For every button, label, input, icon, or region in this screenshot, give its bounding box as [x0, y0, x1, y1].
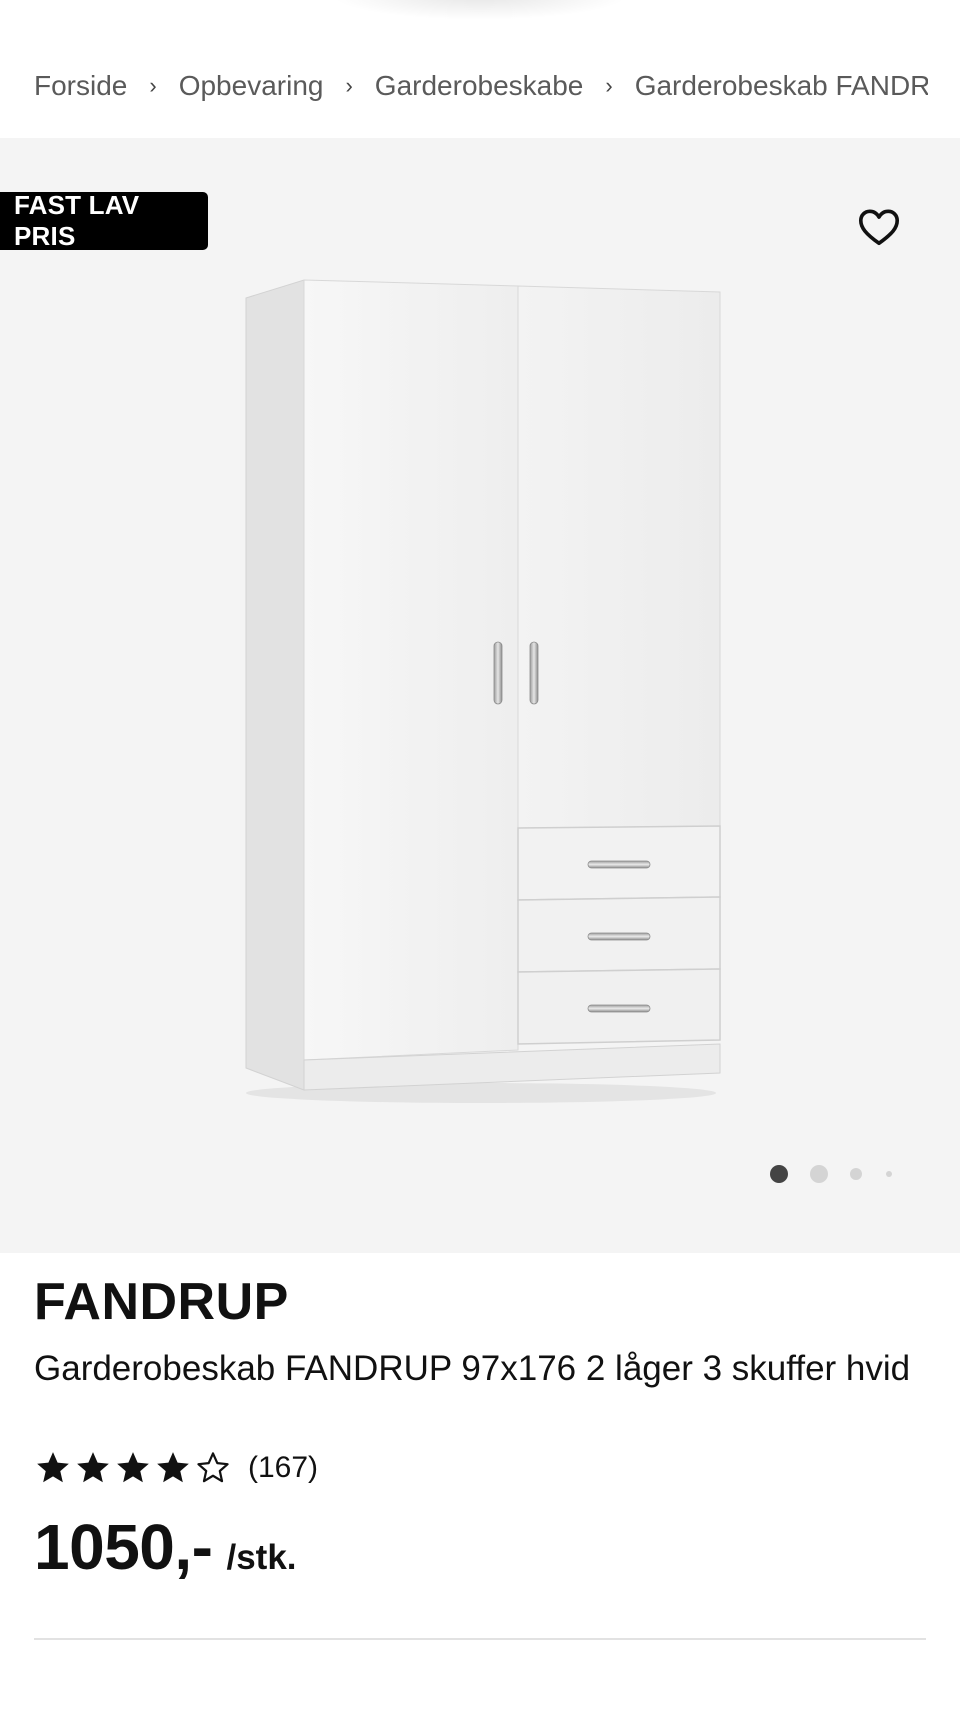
- star-filled-icon: [37, 1452, 69, 1483]
- breadcrumb-item-forside[interactable]: Forside: [34, 70, 127, 102]
- star-outline-icon: [197, 1452, 229, 1483]
- chevron-right-icon: ›: [605, 73, 613, 98]
- price-unit: /stk.: [226, 1538, 297, 1577]
- pagination-dot-2[interactable]: [810, 1165, 828, 1183]
- chevron-right-icon: ›: [345, 73, 353, 98]
- price-value: 1050,-: [34, 1511, 213, 1583]
- image-pagination: [762, 1162, 902, 1186]
- breadcrumb: Forside › Opbevaring › Garderobeskabe › …: [34, 66, 928, 106]
- product-title: Garderobeskab FANDRUP 97x176 2 låger 3 s…: [34, 1349, 911, 1388]
- wardrobe-product-image[interactable]: [236, 278, 726, 1108]
- product-gallery[interactable]: FAST LAV PRIS: [0, 138, 960, 1253]
- divider: [34, 1638, 926, 1640]
- star-filled-icon: [117, 1452, 149, 1483]
- heart-outline-icon[interactable]: [856, 204, 902, 250]
- price-badge: FAST LAV PRIS: [0, 190, 208, 251]
- breadcrumb-item-current: Garderobeskab FANDRU: [634, 70, 928, 101]
- review-count[interactable]: (167): [248, 1451, 318, 1485]
- product-price: 1050,- /stk.: [34, 1510, 297, 1584]
- chevron-right-icon: ›: [149, 73, 157, 98]
- breadcrumb-item-opbevaring[interactable]: Opbevaring: [179, 70, 324, 102]
- breadcrumb-item-garderobeskabe[interactable]: Garderobeskabe: [375, 70, 584, 102]
- product-rating[interactable]: (167): [34, 1446, 318, 1490]
- pagination-dot-3[interactable]: [850, 1168, 862, 1180]
- header-shadow: [330, 0, 630, 20]
- pagination-dot-1[interactable]: [770, 1165, 788, 1183]
- star-filled-icon: [157, 1452, 189, 1483]
- pagination-dot-4[interactable]: [886, 1171, 892, 1177]
- product-brand: FANDRUP: [34, 1273, 289, 1331]
- star-filled-icon: [77, 1452, 109, 1483]
